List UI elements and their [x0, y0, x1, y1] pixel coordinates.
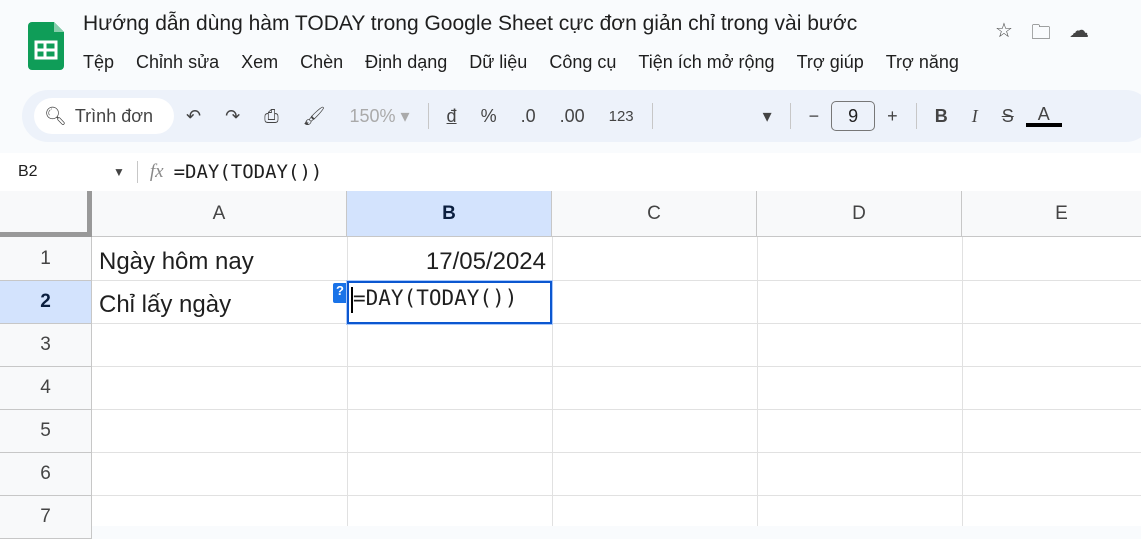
document-title[interactable]: Hướng dẫn dùng hàm TODAY trong Google Sh… [83, 12, 857, 36]
row-header-5[interactable]: 5 [0, 410, 92, 453]
cell-b2-editor[interactable]: =DAY(TODAY()) [346, 280, 553, 325]
column-header-c[interactable]: C [552, 191, 757, 237]
menu-edit[interactable]: Chỉnh sửa [136, 52, 219, 73]
row-header-4[interactable]: 4 [0, 367, 92, 410]
cell-a2[interactable]: Chỉ lấy ngày [99, 291, 231, 319]
text-color-button[interactable]: A [1025, 105, 1062, 127]
menu-accessibility[interactable]: Trợ năng [886, 52, 959, 73]
decrease-decimal-button[interactable]: .0 [509, 106, 548, 127]
column-header-e[interactable]: E [962, 191, 1141, 237]
menu-file[interactable]: Tệp [83, 52, 114, 73]
undo-icon[interactable]: ↶ [174, 106, 213, 127]
font-size-increase-button[interactable]: + [875, 106, 910, 127]
row-header-2[interactable]: 2 [0, 281, 92, 324]
menu-extensions[interactable]: Tiện ích mở rộng [638, 52, 774, 73]
menu-format[interactable]: Định dạng [365, 52, 447, 73]
strikethrough-icon[interactable]: S [990, 106, 1026, 127]
name-box[interactable]: B2 [18, 163, 113, 181]
cell-b2: =DAY(TODAY()) [353, 286, 518, 310]
move-folder-icon[interactable]: 🗀 [1031, 18, 1051, 52]
menu-search[interactable]: 🔍︎ Trình đơn [34, 98, 174, 134]
formula-input[interactable]: =DAY(TODAY()) [174, 161, 323, 183]
menu-help[interactable]: Trợ giúp [797, 52, 864, 73]
menu-view[interactable]: Xem [241, 52, 278, 73]
cloud-status-icon[interactable]: ☁ [1069, 18, 1089, 52]
row-header-1[interactable]: 1 [0, 237, 92, 281]
menu-insert[interactable]: Chèn [300, 52, 343, 73]
column-header-d[interactable]: D [757, 191, 962, 237]
menu-tools[interactable]: Công cụ [549, 52, 616, 73]
menu-data[interactable]: Dữ liệu [469, 52, 527, 73]
sheets-logo[interactable] [28, 22, 64, 70]
formula-help-badge[interactable]: ? [333, 283, 347, 303]
column-header-a[interactable]: A [92, 191, 347, 237]
font-select[interactable]: ▾ [659, 106, 784, 127]
print-icon[interactable]: ⎙ [252, 106, 290, 127]
row-header-7[interactable]: 7 [0, 496, 92, 539]
select-all-corner[interactable] [0, 191, 92, 237]
toolbar: 🔍︎ Trình đơn ↶ ↷ ⎙ 🖌︎ 150% ▾ đ % .0 .00 1… [22, 90, 1141, 142]
font-size-decrease-button[interactable]: − [797, 106, 832, 127]
name-box-dropdown-icon[interactable]: ▼ [113, 165, 125, 179]
zoom-select[interactable]: 150% ▾ [337, 106, 421, 127]
cell-b1[interactable]: 17/05/2024 [426, 248, 546, 276]
column-header-b[interactable]: B [347, 191, 552, 237]
spreadsheet-grid: A B C D E 1 2 3 4 5 6 7 Ngày hôm nay 17/… [0, 191, 1141, 539]
fx-icon: fx [149, 161, 164, 182]
menu-bar: Tệp Chỉnh sửa Xem Chèn Định dạng Dữ liệu… [83, 52, 959, 73]
number-format-button[interactable]: 123 [597, 108, 646, 125]
redo-icon[interactable]: ↷ [213, 106, 252, 127]
cell-a1[interactable]: Ngày hôm nay [99, 248, 254, 276]
search-icon: 🔍︎ [44, 105, 67, 126]
formula-bar: B2 ▼ fx =DAY(TODAY()) [0, 153, 1141, 191]
italic-button[interactable]: I [960, 106, 990, 127]
paint-format-icon[interactable]: 🖌︎ [291, 106, 338, 127]
percent-button[interactable]: % [469, 106, 509, 127]
bold-button[interactable]: B [923, 106, 960, 127]
currency-button[interactable]: đ [435, 106, 469, 127]
row-header-6[interactable]: 6 [0, 453, 92, 496]
star-icon[interactable]: ☆ [995, 18, 1013, 52]
font-size-input[interactable]: 9 [831, 101, 876, 131]
row-header-3[interactable]: 3 [0, 324, 92, 367]
increase-decimal-button[interactable]: .00 [548, 106, 597, 127]
